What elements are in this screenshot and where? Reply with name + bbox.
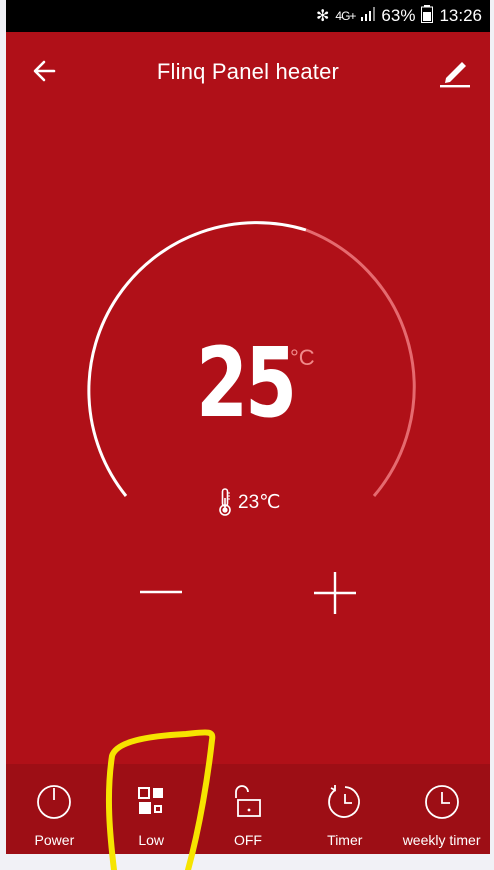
arrow-left-icon	[33, 60, 56, 82]
decrease-temperature-button[interactable]	[136, 570, 186, 614]
thermometer-icon	[219, 488, 231, 516]
mode-grid-icon	[138, 787, 164, 814]
mode-label: Low	[138, 832, 165, 848]
page-title: Flinq Panel heater	[156, 59, 340, 84]
signal-icon	[361, 6, 376, 26]
clock-icon	[424, 785, 459, 819]
weekly-timer-button[interactable]: weekly timer	[393, 764, 490, 854]
back-button[interactable]	[32, 58, 58, 84]
plus-icon	[314, 572, 356, 614]
current-temperature-value: 23℃	[238, 491, 281, 513]
battery-icon	[421, 4, 434, 28]
timer-label: Timer	[327, 832, 363, 848]
child-lock-label: OFF	[233, 832, 262, 848]
bottom-toolbar: Power Low OFF Timer weekly timer	[6, 764, 490, 854]
power-button[interactable]: Power	[6, 764, 103, 854]
status-time: 13:26	[439, 6, 482, 25]
battery-percent: 63%	[381, 6, 416, 25]
pencil-icon	[440, 62, 470, 88]
mode-button[interactable]: Low	[103, 764, 200, 854]
status-bar: ✻ 4G+ 63% 13:26	[6, 0, 490, 32]
minus-icon	[140, 590, 182, 594]
bluetooth-icon: ✻	[316, 8, 330, 25]
lock-open-icon	[235, 785, 261, 817]
app-header: Flinq Panel heater	[6, 32, 490, 112]
weekly-timer-label: weekly timer	[402, 832, 481, 848]
power-label: Power	[34, 832, 75, 848]
current-temperature: 23℃	[218, 488, 280, 516]
timer-button[interactable]: Timer	[296, 764, 393, 854]
bottom-spacer	[6, 854, 490, 870]
child-lock-button[interactable]: OFF	[200, 764, 297, 854]
dial-arc-track	[305, 228, 416, 497]
target-temperature-unit: °C	[290, 345, 315, 370]
edit-button[interactable]	[438, 54, 472, 88]
network-type: 4G+	[335, 9, 356, 23]
target-temperature: 25	[196, 327, 297, 439]
increase-temperature-button[interactable]	[312, 570, 358, 616]
power-icon	[37, 785, 72, 819]
screen: ✻ 4G+ 63% 13:26 Flinq Panel heater 25 °C	[6, 0, 490, 870]
timer-icon	[327, 785, 360, 818]
